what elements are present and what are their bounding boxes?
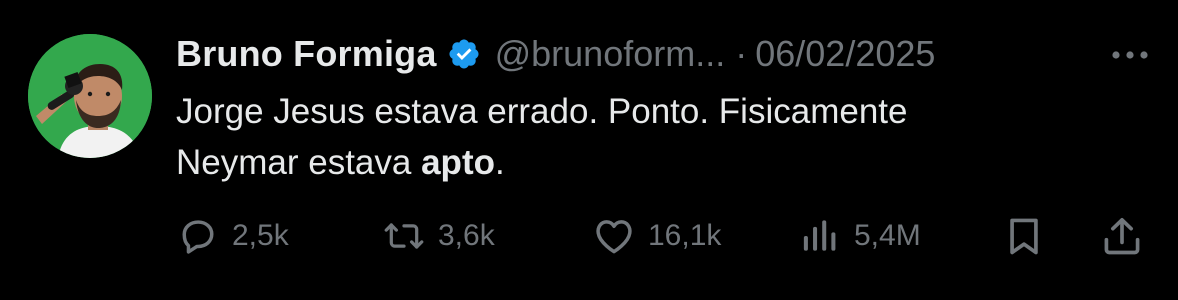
tweet-text-line-2-suffix: . xyxy=(494,143,505,182)
reply-button[interactable]: 2,5k xyxy=(176,208,289,264)
tweet-header: Bruno Formiga @brunoform... · 06/02/2025 xyxy=(176,30,935,78)
share-button[interactable] xyxy=(1100,208,1144,264)
repost-button[interactable]: 3,6k xyxy=(382,208,495,264)
like-button[interactable]: 16,1k xyxy=(592,208,721,264)
tweet: Bruno Formiga @brunoform... · 06/02/2025… xyxy=(0,0,1178,300)
tweet-text-line-2: Neymar estava apto. xyxy=(176,137,1136,188)
display-name[interactable]: Bruno Formiga xyxy=(176,33,437,75)
verified-badge-icon[interactable] xyxy=(447,37,481,71)
like-icon xyxy=(592,214,636,258)
repost-count: 3,6k xyxy=(438,219,495,252)
tweet-text-bold: apto xyxy=(421,143,495,182)
views-icon xyxy=(798,214,842,258)
views-count: 5,4M xyxy=(854,219,921,252)
more-options-icon[interactable] xyxy=(1108,40,1152,70)
repost-icon xyxy=(382,214,426,258)
bookmark-icon xyxy=(1002,214,1046,258)
like-count: 16,1k xyxy=(648,219,722,252)
tweet-text: Jorge Jesus estava errado. Ponto. Fisica… xyxy=(176,86,1136,188)
tweet-text-line-1: Jorge Jesus estava errado. Ponto. Fisica… xyxy=(176,92,908,131)
action-bar: 2,5k 3,6k 16,1k 5,4M xyxy=(176,208,1156,264)
author-handle[interactable]: @brunoform... xyxy=(495,33,726,75)
share-icon xyxy=(1100,214,1144,258)
tweet-date[interactable]: 06/02/2025 xyxy=(755,33,935,75)
avatar-image xyxy=(28,34,152,158)
reply-icon xyxy=(176,214,220,258)
bookmark-button[interactable] xyxy=(1002,208,1046,264)
tweet-text-line-2-prefix: Neymar estava xyxy=(176,143,422,182)
avatar[interactable] xyxy=(28,34,152,158)
reply-count: 2,5k xyxy=(232,219,289,252)
header-separator: · xyxy=(735,33,748,74)
views-button[interactable]: 5,4M xyxy=(798,208,921,264)
